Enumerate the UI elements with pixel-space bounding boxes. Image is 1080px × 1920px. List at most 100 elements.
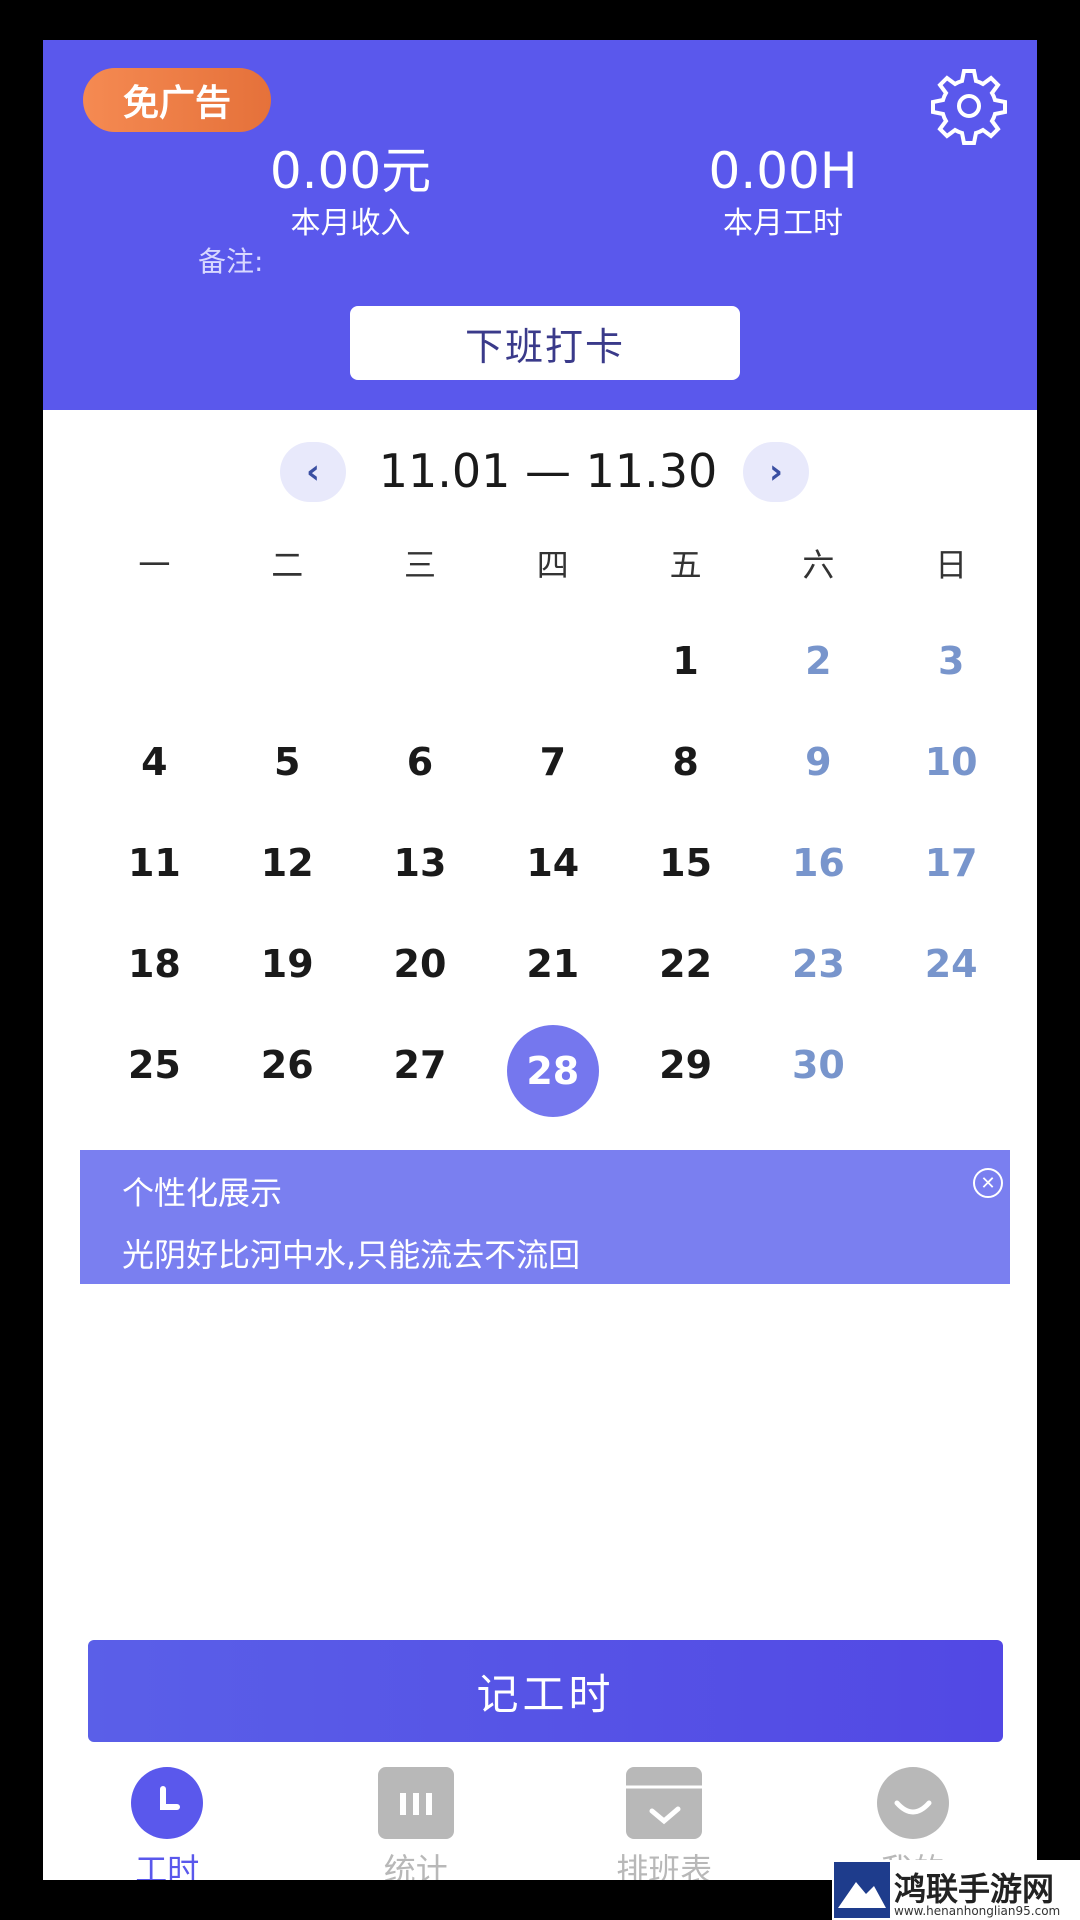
calendar-day[interactable]: 5 <box>221 711 354 812</box>
day-number: 10 <box>924 739 978 784</box>
income-value: 0.00元 <box>269 142 432 200</box>
calendar-day-empty <box>221 610 354 711</box>
calendar-day[interactable]: 4 <box>88 711 221 812</box>
calendar-day-empty <box>354 610 487 711</box>
app-screen: 免广告 0.00元 本月收入 0.00H 本月工时 备注: 下班打卡 ‹ 11.… <box>43 40 1037 1880</box>
watermark: 鸿联手游网 www.henanhonglian95.com <box>832 1860 1080 1920</box>
tab-label: 排班表 <box>616 1851 713 1880</box>
calendar-day[interactable]: 18 <box>88 913 221 1014</box>
day-number: 18 <box>127 941 181 986</box>
calendar-day[interactable]: 10 <box>885 711 1018 812</box>
day-number: 21 <box>526 941 580 986</box>
calendar-day[interactable]: 19 <box>221 913 354 1014</box>
hours-label: 本月工时 <box>723 206 843 241</box>
header: 免广告 0.00元 本月收入 0.00H 本月工时 备注: 下班打卡 <box>43 40 1037 410</box>
calendar-day[interactable]: 1 <box>619 610 752 711</box>
close-circle-icon[interactable]: ✕ <box>973 1168 1003 1198</box>
weekday-label: 四 <box>536 546 569 584</box>
day-number: 25 <box>127 1042 181 1087</box>
day-number: 26 <box>260 1042 314 1087</box>
calendar-day[interactable]: 22 <box>619 913 752 1014</box>
weekday-label: 三 <box>403 546 436 584</box>
calendar-day[interactable]: 16 <box>752 812 885 913</box>
remove-ads-button[interactable]: 免广告 <box>83 68 271 132</box>
schedule-icon <box>626 1767 703 1839</box>
calendar-grid: 1 2 3 4 5 6 7 8 9 10 11 12 13 14 15 16 17 18 19 20 21 22 23 24 2… <box>88 610 1018 1117</box>
tab-stats[interactable]: 统计 <box>292 1765 541 1880</box>
day-number: 8 <box>672 739 699 784</box>
calendar-day-empty <box>885 1014 1018 1115</box>
day-number: 12 <box>260 840 314 885</box>
watermark-url: www.henanhonglian95.com <box>894 1904 1061 1918</box>
day-number: 27 <box>393 1042 447 1087</box>
calendar-day[interactable]: 7 <box>486 711 619 812</box>
tab-label: 统计 <box>383 1851 448 1880</box>
clock-out-button[interactable]: 下班打卡 <box>350 306 740 380</box>
calendar-day[interactable]: 3 <box>885 610 1018 711</box>
calendar-day[interactable]: 26 <box>221 1014 354 1115</box>
monthly-income: 0.00元 本月收入 <box>243 140 458 244</box>
calendar-day[interactable]: 27 <box>354 1014 487 1115</box>
day-number: 4 <box>141 739 168 784</box>
day-number: 3 <box>937 638 965 683</box>
day-number: 7 <box>539 739 567 784</box>
calendar-day[interactable]: 24 <box>885 913 1018 1014</box>
calendar-day-empty <box>88 610 221 711</box>
weekday-label: 日 <box>935 546 968 584</box>
calendar-day[interactable]: 15 <box>619 812 752 913</box>
logo-icon <box>834 1862 890 1918</box>
calendar-day[interactable]: 20 <box>354 913 487 1014</box>
calendar-day[interactable]: 30 <box>752 1014 885 1115</box>
day-number: 30 <box>791 1042 845 1087</box>
record-hours-button[interactable]: 记工时 <box>88 1640 1003 1742</box>
note-label[interactable]: 备注: <box>198 240 263 280</box>
date-range: 11.01 — 11.30 <box>378 444 718 498</box>
day-number: 20 <box>393 941 447 986</box>
weekday-header: 一 二 三 四 五 六 日 <box>88 540 1018 586</box>
prev-month-button[interactable]: ‹ <box>280 442 346 502</box>
calendar-day[interactable]: 11 <box>88 812 221 913</box>
day-number: 19 <box>260 941 314 986</box>
tab-label: 工时 <box>135 1851 200 1880</box>
calendar-day[interactable]: 23 <box>752 913 885 1014</box>
calendar-day[interactable]: 21 <box>486 913 619 1014</box>
day-number: 24 <box>924 941 978 986</box>
calendar-day[interactable]: 14 <box>486 812 619 913</box>
calendar-day[interactable]: 2 <box>752 610 885 711</box>
day-number: 5 <box>273 739 301 784</box>
calendar-card: ‹ 11.01 — 11.30 › 一 二 三 四 五 六 日 12345678… <box>43 410 1037 1880</box>
tab-hours[interactable]: 工时 <box>43 1765 292 1880</box>
day-number: 17 <box>924 840 978 885</box>
income-label: 本月收入 <box>290 206 411 241</box>
day-number: 9 <box>805 739 832 784</box>
weekday-label: 一 <box>138 546 171 584</box>
calendar-day[interactable]: 25 <box>88 1014 221 1115</box>
calendar-day-empty <box>486 610 619 711</box>
gear-icon[interactable] <box>928 65 1010 147</box>
personal-banner: 个性化展示 ✕ 光阴好比河中水,只能流去不流回 <box>80 1150 1010 1284</box>
day-number: 1 <box>672 638 699 683</box>
hours-value: 0.00H <box>708 142 858 200</box>
next-month-button[interactable]: › <box>743 442 809 502</box>
calendar-day[interactable]: 17 <box>885 812 1018 913</box>
calendar-day[interactable]: 8 <box>619 711 752 812</box>
banner-text: 光阴好比河中水,只能流去不流回 <box>122 1236 581 1274</box>
tab-schedule[interactable]: 排班表 <box>540 1765 789 1880</box>
day-number: 16 <box>791 840 845 885</box>
profile-icon <box>876 1767 949 1839</box>
calendar-day[interactable]: 12 <box>221 812 354 913</box>
monthly-hours: 0.00H 本月工时 <box>673 140 893 244</box>
chevron-left-icon: ‹ <box>305 452 320 492</box>
day-number: 28 <box>506 1024 599 1117</box>
calendar-day[interactable]: 6 <box>354 711 487 812</box>
calendar-day[interactable]: 29 <box>619 1014 752 1115</box>
day-number: 23 <box>791 941 845 986</box>
day-number: 22 <box>659 941 713 986</box>
day-number: 29 <box>659 1042 713 1087</box>
day-number: 2 <box>805 638 832 683</box>
calendar-day[interactable]: 13 <box>354 812 487 913</box>
calendar-day[interactable]: 28 <box>486 1014 619 1117</box>
calendar-day[interactable]: 9 <box>752 711 885 812</box>
weekday-label: 二 <box>271 546 304 584</box>
day-number: 13 <box>393 840 447 885</box>
